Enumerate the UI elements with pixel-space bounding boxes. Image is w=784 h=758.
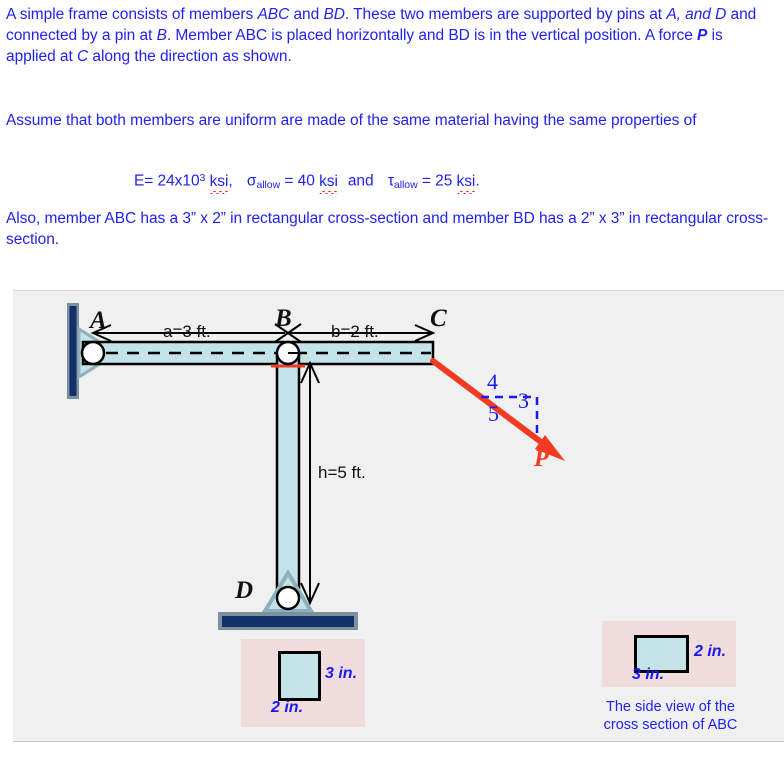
cross-section-callout-bd: 3 in. 2 in. (241, 639, 365, 727)
p1-member-abc: ABC (257, 6, 290, 23)
ksi-unit-3: ksi (456, 172, 476, 194)
slope-number-vertical: 3 (518, 388, 529, 413)
cross-section-rect-bd (278, 651, 321, 701)
youngs-modulus-label: E= 24x10 (134, 172, 200, 190)
pin-a (80, 340, 106, 366)
node-label-d: D (235, 577, 254, 604)
frame-diagram: A B C D P a=3 ft. b=2 ft. h=5 ft. 4 3 5 … (13, 290, 784, 742)
pin-d (275, 585, 301, 611)
slope-number-hypotenuse: 5 (488, 401, 499, 426)
problem-paragraph-1: A simple frame consists of members ABC a… (6, 4, 774, 67)
node-label-a: A (90, 307, 107, 334)
cross-section-abc-caption: The side view of the cross section of AB… (603, 699, 738, 733)
cross-section-abc-height-label: 2 in. (694, 643, 727, 660)
formula-period: . (475, 172, 480, 190)
p1-node-c: C (76, 48, 89, 65)
dimension-label-a: a=3 ft. (163, 322, 211, 341)
slope-number-horizontal: 4 (487, 369, 498, 394)
p1-member-bd: BD (323, 6, 345, 23)
dimension-label-h: h=5 ft. (318, 463, 366, 482)
member-bd (275, 351, 301, 590)
youngs-modulus-exponent: 3 (199, 172, 206, 184)
ksi-unit-2: ksi (319, 172, 338, 194)
problem-paragraph-2: Assume that both members are uniform are… (6, 112, 697, 129)
p1-node-a: A, (666, 6, 681, 23)
p1-text-3: . These two members are supported by pin… (344, 6, 667, 23)
tau-value: = 25 (417, 172, 457, 190)
sigma-subscript: allow (256, 179, 281, 192)
formula-and: and (347, 172, 374, 190)
p1-text-2: and (289, 6, 324, 23)
dimension-label-b: b=2 ft. (331, 322, 379, 341)
ksi-unit-1: ksi (209, 172, 229, 194)
p1-node-b: B (156, 27, 167, 44)
p1-node-d: and D (685, 6, 727, 23)
node-label-b: B (275, 305, 292, 332)
material-properties-formula: E= 24x103 ksi, σallow = 40 ksi and τallow… (6, 168, 784, 196)
problem-paragraph-3: Also, member ABC has a 3” x 2” in rectan… (6, 210, 769, 248)
cross-section-callout-abc: 2 in. 3 in. (602, 621, 736, 687)
node-label-c: C (430, 305, 447, 332)
ground-plate-d (222, 616, 354, 627)
p1-text-6: . Member ABC is placed horizontally and … (166, 27, 698, 44)
cross-section-bd-width-label: 2 in. (271, 699, 304, 716)
p1-text-1: A simple frame consists of members (6, 6, 258, 23)
tau-subscript: allow (393, 179, 418, 192)
cross-section-bd-height-label: 3 in. (325, 665, 358, 682)
p1-force-p: P (697, 27, 708, 44)
p1-text-8: along the direction as shown. (88, 48, 292, 65)
cross-section-abc-width-label: 3 in. (632, 666, 665, 683)
sigma-value: = 40 (280, 172, 320, 190)
wall-support-a (69, 306, 77, 396)
formula-comma: , (228, 172, 233, 190)
force-label-p: P (534, 446, 549, 472)
